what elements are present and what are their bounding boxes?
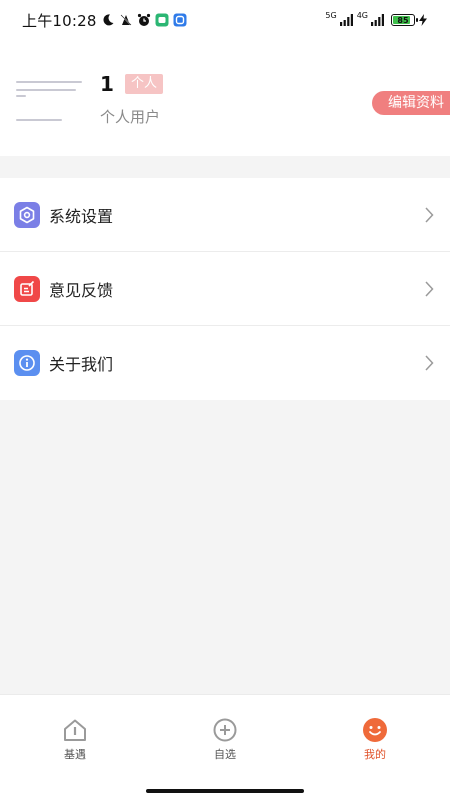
battery-level: 85	[397, 15, 409, 25]
user-number: 1	[100, 72, 114, 96]
home-indicator	[146, 789, 304, 793]
profile-header: 1 个人 个人用户 编辑资料	[0, 40, 450, 156]
battery-icon: 85	[391, 14, 418, 26]
nav-label-watchlist: 自选	[214, 748, 236, 761]
nav-label-mine: 我的	[364, 748, 386, 761]
menu-item-label: 意见反馈	[49, 280, 114, 300]
smiley-icon	[363, 718, 387, 742]
app-icon-2	[173, 13, 187, 27]
menu-item-settings[interactable]: 系统设置	[0, 178, 450, 252]
alarm-icon	[137, 13, 150, 26]
chevron-right-icon	[425, 281, 434, 297]
feedback-icon	[14, 275, 40, 302]
network-label-4g: 4G	[356, 10, 368, 20]
nav-item-home[interactable]: 基遇	[35, 717, 115, 762]
bottom-nav: 基遇 自选 我的	[0, 694, 450, 800]
chevron-right-icon	[425, 207, 434, 223]
menu-list: 系统设置 意见反馈 关于我们	[0, 178, 450, 400]
menu-item-label: 系统设置	[49, 206, 114, 226]
info-icon	[14, 350, 40, 376]
moon-icon	[103, 14, 114, 26]
status-bar: 上午10:28 5G 4G 85	[0, 0, 450, 40]
signal-icon-2	[371, 14, 384, 26]
status-left: 上午10:28	[22, 10, 187, 31]
charging-icon	[419, 14, 427, 26]
status-right: 5G 4G 85	[325, 10, 428, 26]
add-circle-icon	[213, 718, 237, 742]
chevron-right-icon	[425, 355, 434, 371]
nav-item-mine[interactable]: 我的	[335, 717, 415, 762]
network-label-5g: 5G	[325, 10, 337, 20]
user-type-label: 个人用户	[100, 108, 161, 126]
avatar[interactable]	[14, 73, 86, 125]
nav-item-watchlist[interactable]: 自选	[185, 717, 265, 762]
status-time: 上午10:28	[22, 11, 97, 30]
menu-item-feedback[interactable]: 意见反馈	[0, 252, 450, 326]
user-tag-badge: 个人	[125, 74, 164, 94]
app-icon	[155, 13, 169, 27]
menu-item-about[interactable]: 关于我们	[0, 326, 450, 400]
settings-icon	[14, 201, 40, 228]
signal-icon	[339, 14, 353, 26]
menu-item-label: 关于我们	[49, 355, 114, 374]
nav-label-home: 基遇	[64, 748, 86, 761]
home-icon	[64, 719, 86, 741]
edit-profile-button[interactable]: 编辑资料	[372, 91, 450, 115]
vibrate-icon	[120, 14, 132, 26]
